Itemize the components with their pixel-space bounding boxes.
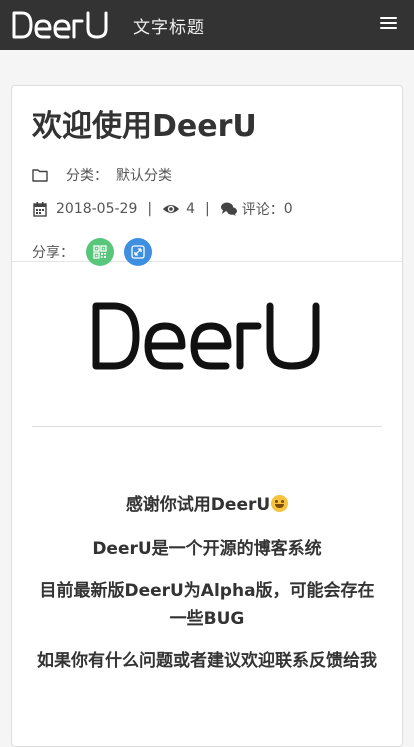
content-paragraph: 如果你有什么问题或者建议欢迎联系反馈给我 [37,651,377,671]
comments-label: 评论： [241,202,284,218]
wechat-qr-icon [93,245,107,259]
share-wechat-button[interactable] [86,238,114,266]
comments-count: 0 [283,201,293,217]
content-divider [32,426,382,427]
grinning-emoji-icon [271,495,289,512]
post-content: 感谢你试用DeerU DeerU是一个开源的博客系统 目前最新版DeerU为Al… [12,300,402,675]
top-navbar: 文字标题 [0,0,414,50]
meta-separator: | [205,201,210,217]
meta-separator: | [147,201,153,217]
content-paragraph: DeerU是一个开源的博客系统 [92,539,322,559]
link-icon [131,245,145,259]
site-title[interactable]: 文字标题 [133,13,205,38]
category-link[interactable]: 默认分类 [116,165,172,185]
content-paragraph: 感谢你试用DeerU [32,491,382,519]
folder-icon [32,169,48,182]
view-count: 4 [186,201,196,217]
comments-icon [220,202,237,216]
share-label: 分享： [32,245,74,261]
category-label: 分类： [66,168,108,184]
post-card: 欢迎使用DeerU 分类： 默认分类 2018-05-29 | 4 | 评论： … [11,85,403,747]
hamburger-menu-icon[interactable] [380,17,397,31]
share-row: 分享： [32,238,382,266]
paragraph-text: 感谢你试用DeerU [125,495,271,515]
share-link-button[interactable] [124,238,152,266]
eye-icon [163,205,180,213]
post-title[interactable]: 欢迎使用DeerU [32,106,382,148]
brand-logo[interactable] [11,10,111,40]
post-date: 2018-05-29 [56,201,138,217]
post-meta-row: 2018-05-29 | 4 | 评论： 0 [32,198,382,220]
post-header: 欢迎使用DeerU 分类： 默认分类 2018-05-29 | 4 | 评论： … [12,86,402,266]
content-paragraph: 目前最新版DeerU为Alpha版，可能会存在一些BUG [39,581,375,629]
deeru-logo-image [92,302,320,370]
category-row: 分类： 默认分类 [32,164,382,186]
calendar-icon [33,202,47,217]
